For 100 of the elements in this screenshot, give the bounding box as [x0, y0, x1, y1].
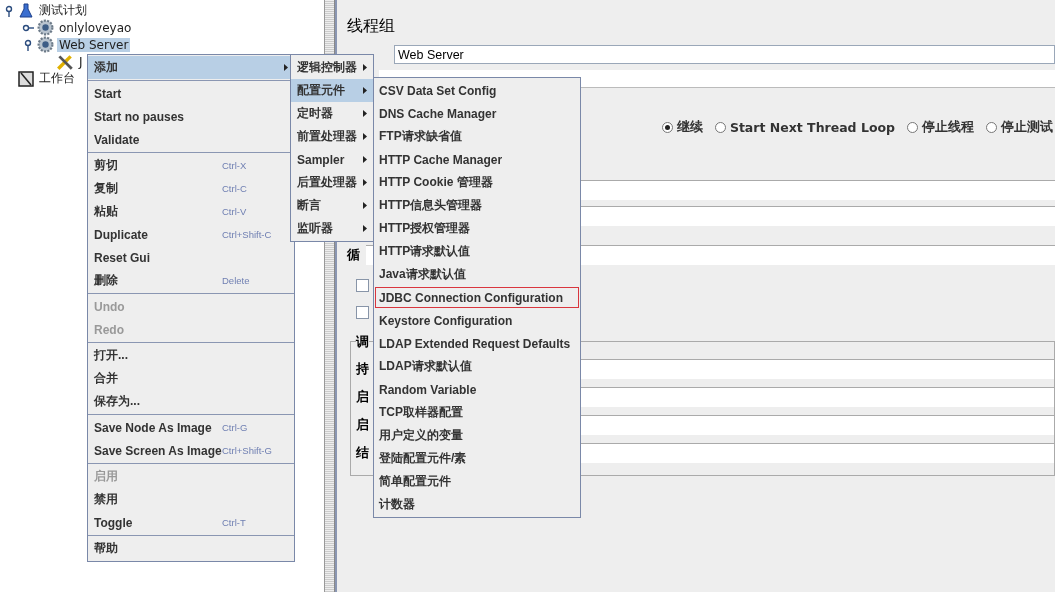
tree-item[interactable]: Web Server	[57, 37, 131, 52]
field-label: 启	[356, 416, 369, 434]
menu-item[interactable]: Reset Gui	[88, 246, 294, 269]
shortcut-text: Ctrl-V	[222, 206, 247, 217]
menu-item[interactable]: TCP取样器配置	[374, 401, 580, 424]
menu-item[interactable]: 复制 Ctrl-C	[88, 177, 294, 200]
menu-item[interactable]: HTTP信息头管理器	[374, 194, 580, 217]
panel-title: 线程组	[347, 16, 396, 37]
shortcut-text: Ctrl-C	[222, 183, 247, 194]
menu-item[interactable]: Duplicate Ctrl+Shift-C	[88, 223, 294, 246]
shortcut-text: Ctrl-G	[222, 422, 248, 433]
shortcut-text: Ctrl-T	[222, 517, 246, 528]
menu-item-label: Save Node As Image	[94, 420, 212, 435]
menu-item-label: Sampler	[297, 152, 345, 167]
menu-item[interactable]: 剪切 Ctrl-X	[88, 154, 294, 177]
menu-item-label: 前置处理器	[297, 128, 357, 145]
menu-item[interactable]: HTTP Cookie 管理器	[374, 171, 580, 194]
menu-item[interactable]: DNS Cache Manager	[374, 102, 580, 125]
menu-item[interactable]: 断言	[291, 194, 373, 217]
menu-item-label: Reset Gui	[94, 250, 150, 265]
menu-item[interactable]: 前置处理器	[291, 125, 373, 148]
shortcut-text: Ctrl+Shift-G	[222, 445, 272, 456]
menu-item-label: Toggle	[94, 515, 133, 530]
menu-item[interactable]: HTTP请求默认值	[374, 240, 580, 263]
menu-item-label: Undo	[94, 299, 125, 314]
menu-item-label: 配置元件	[297, 82, 345, 99]
tree-item[interactable]: 测试计划	[37, 2, 89, 19]
field-label: 启	[356, 388, 369, 406]
menu-item-label: 禁用	[94, 491, 118, 508]
menu-item-label: Start no pauses	[94, 109, 185, 124]
menu-item[interactable]: CSV Data Set Config	[374, 79, 580, 102]
menu-item[interactable]: Sampler	[291, 148, 373, 171]
menu-item[interactable]: Save Screen As ImageCtrl+Shift-G	[88, 439, 294, 462]
shortcut-text: Delete	[222, 275, 250, 286]
menu-item[interactable]: 帮助	[88, 537, 294, 560]
menu-item-label: 断言	[297, 197, 321, 214]
menu-item-label: 逻辑控制器	[297, 59, 357, 76]
submenu-arrow-icon	[363, 64, 367, 71]
menu-item[interactable]: 登陆配置元件/素	[374, 447, 580, 470]
menu-item[interactable]: 后置处理器	[291, 171, 373, 194]
field-label: 持	[356, 360, 369, 378]
menu-item-label: 合并	[94, 370, 118, 387]
flask-icon	[18, 2, 34, 19]
menu-item[interactable]: 逻辑控制器	[291, 56, 373, 79]
menu-item[interactable]: 保存为...	[88, 390, 294, 413]
menu-item-label: 后置处理器	[297, 174, 357, 191]
radio-option[interactable]: 继续	[661, 119, 703, 136]
menu-item[interactable]: Start no pauses	[88, 105, 294, 128]
menu-item[interactable]: 监听器	[291, 217, 373, 240]
menu-item[interactable]: 合并	[88, 367, 294, 390]
tools-icon	[56, 52, 74, 71]
menu-item[interactable]: Start	[88, 82, 294, 105]
menu-item[interactable]: 禁用	[88, 488, 294, 511]
radio-option[interactable]: Start Next Thread Loop	[714, 119, 895, 136]
menu-item-label: 添加	[94, 59, 118, 76]
checkbox[interactable]	[356, 279, 369, 292]
tree-item[interactable]: J	[77, 54, 85, 69]
expand-handle-icon[interactable]	[3, 4, 15, 17]
menu-item-label: 复制	[94, 180, 118, 197]
shortcut-text: Ctrl-X	[222, 160, 247, 171]
expand-handle-icon[interactable]	[22, 38, 34, 51]
menu-item[interactable]: FTP请求缺省值	[374, 125, 580, 148]
menu-item[interactable]: Random Variable	[374, 378, 580, 401]
menu-item-label: 粘贴	[94, 203, 118, 220]
menu-item[interactable]: Save Node As Image Ctrl-G	[88, 416, 294, 439]
menu-item-label: Save Screen As Image	[94, 443, 222, 458]
name-field[interactable]: Web Server	[394, 45, 1055, 64]
tree-item[interactable]: 工作台	[37, 70, 77, 87]
menu-item[interactable]: JDBC Connection Configuration	[374, 286, 580, 309]
menu-item[interactable]: 配置元件	[291, 79, 373, 102]
menu-item[interactable]: 打开...	[88, 344, 294, 367]
menu-item[interactable]: 用户定义的变量	[374, 424, 580, 447]
radio-option[interactable]: 停止测试	[986, 119, 1053, 136]
submenu-arrow-icon	[363, 87, 367, 94]
submenu-arrow-icon	[363, 202, 367, 209]
menu-item[interactable]: Validate	[88, 128, 294, 151]
menu-item-label: Duplicate	[94, 227, 148, 242]
menu-item[interactable]: HTTP授权管理器	[374, 217, 580, 240]
menu-item[interactable]: 删除 Delete	[88, 269, 294, 292]
shortcut-text: Ctrl+Shift-C	[222, 229, 272, 240]
menu-item[interactable]: 定时器	[291, 102, 373, 125]
menu-item-label: 保存为...	[94, 393, 140, 410]
tree-item[interactable]: onlyloveyao	[57, 20, 134, 35]
field-label: 结	[356, 444, 369, 462]
radio-option[interactable]: 停止线程	[907, 119, 974, 136]
menu-item[interactable]: LDAP Extended Request Defaults	[374, 332, 580, 355]
submenu-arrow-icon	[363, 179, 367, 186]
menu-item[interactable]: 简单配置元件	[374, 470, 580, 493]
gear-icon	[37, 19, 54, 36]
menu-item[interactable]: Java请求默认值	[374, 263, 580, 286]
menu-item[interactable]: 计数器	[374, 493, 580, 516]
menu-item-label: 删除	[94, 272, 118, 289]
menu-item[interactable]: Keystore Configuration	[374, 309, 580, 332]
menu-item-label: 定时器	[297, 105, 333, 122]
checkbox[interactable]	[356, 306, 369, 319]
menu-item[interactable]: HTTP Cache Manager	[374, 148, 580, 171]
menu-item[interactable]: 粘贴 Ctrl-V	[88, 200, 294, 223]
menu-item[interactable]: Toggle Ctrl-T	[88, 511, 294, 534]
menu-item-label: Validate	[94, 132, 140, 147]
menu-item[interactable]: LDAP请求默认值	[374, 355, 580, 378]
